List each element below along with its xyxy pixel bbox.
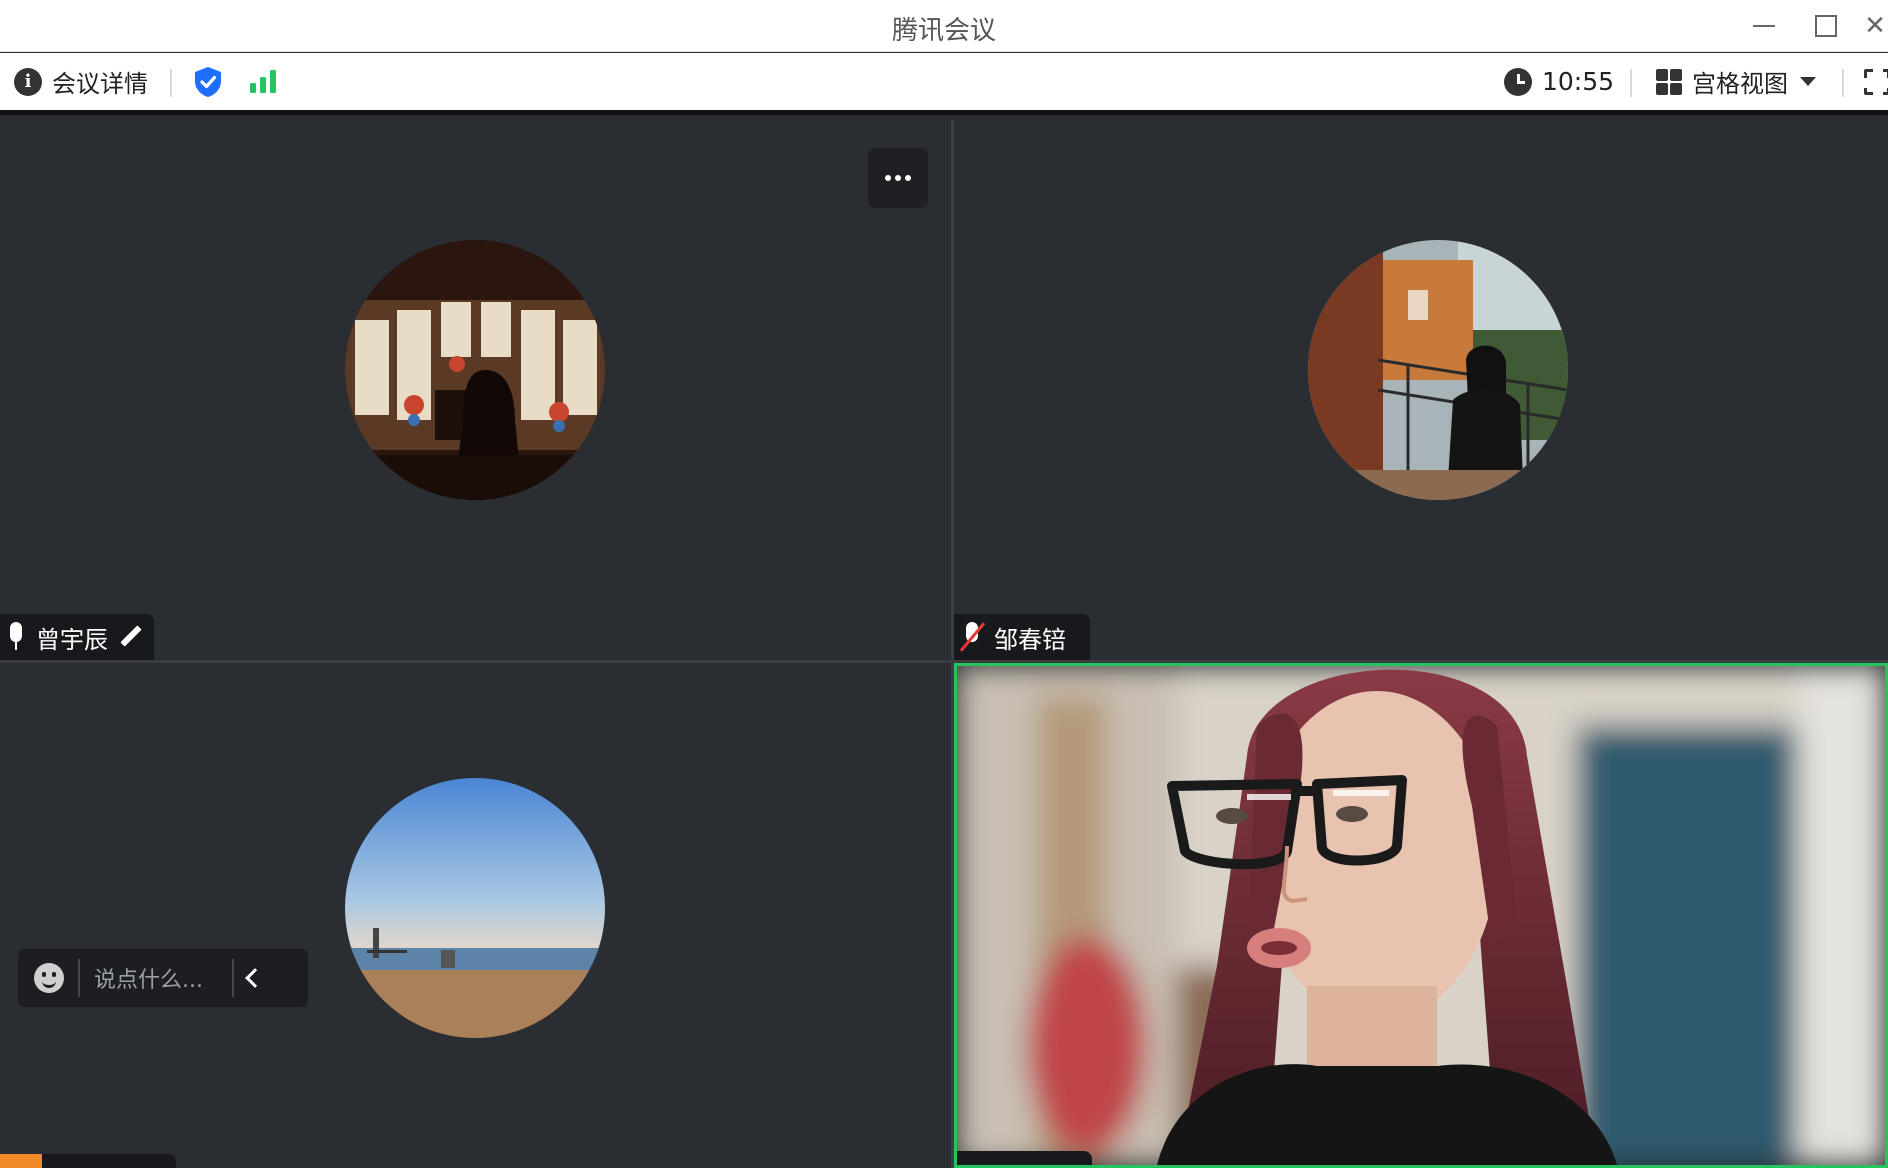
network-status-button[interactable] bbox=[248, 53, 278, 110]
video-tile-participant-1[interactable]: 曾宇辰 bbox=[0, 120, 951, 660]
chat-divider bbox=[232, 959, 234, 997]
participant-name-tag bbox=[0, 1154, 176, 1168]
maximize-button[interactable] bbox=[1806, 8, 1846, 44]
window-title: 腾讯会议 bbox=[891, 16, 996, 46]
info-icon: i bbox=[14, 67, 42, 96]
tile-divider bbox=[0, 660, 1888, 663]
grid-view-icon bbox=[1656, 68, 1682, 95]
toolbar-divider bbox=[1842, 69, 1844, 97]
signal-icon bbox=[250, 69, 276, 93]
participant-name: 邹春锫 bbox=[994, 625, 1066, 654]
more-icon bbox=[885, 175, 891, 181]
pen-icon[interactable] bbox=[120, 626, 142, 648]
meeting-timer: 10:55 bbox=[1504, 53, 1614, 110]
avatar bbox=[345, 778, 605, 1038]
more-options-button[interactable] bbox=[868, 148, 928, 208]
participant-name: 曾宇辰 bbox=[36, 625, 108, 654]
chevron-left-icon[interactable] bbox=[245, 968, 265, 988]
meeting-details-label: 会议详情 bbox=[52, 70, 148, 98]
chat-divider bbox=[78, 959, 80, 997]
participant-name-tag: 曾宇辰 bbox=[0, 614, 154, 660]
status-badge bbox=[0, 1154, 42, 1168]
participant-name-tag: 邹春锫 bbox=[954, 614, 1090, 660]
mic-muted-icon bbox=[960, 622, 984, 652]
avatar bbox=[1308, 240, 1568, 500]
close-button[interactable]: ✕ bbox=[1862, 8, 1888, 44]
minimize-button[interactable] bbox=[1744, 8, 1784, 44]
meeting-toolbar: i 会议详情 10:55 宫格视图 bbox=[0, 53, 1888, 115]
video-tile-active-speaker[interactable] bbox=[954, 663, 1888, 1168]
security-button[interactable] bbox=[194, 53, 222, 110]
clock-icon bbox=[1504, 67, 1532, 96]
chat-input-box[interactable]: 说点什么... bbox=[18, 949, 308, 1007]
shield-icon bbox=[195, 66, 221, 97]
chat-input[interactable]: 说点什么... bbox=[94, 962, 232, 994]
video-tile-participant-2[interactable]: 邹春锫 bbox=[954, 120, 1888, 660]
chevron-down-icon bbox=[1800, 77, 1816, 86]
meeting-time: 10:55 bbox=[1542, 67, 1615, 96]
participant-name-tag bbox=[957, 1151, 1092, 1165]
fullscreen-button[interactable] bbox=[1863, 53, 1888, 110]
view-mode-dropdown[interactable]: 宫格视图 bbox=[1656, 53, 1816, 110]
tile-divider bbox=[951, 120, 954, 1168]
mic-icon bbox=[6, 622, 26, 652]
avatar bbox=[345, 240, 605, 500]
title-bar: 腾讯会议 ✕ bbox=[0, 0, 1888, 52]
toolbar-divider bbox=[1630, 69, 1632, 97]
meeting-details-button[interactable]: i 会议详情 bbox=[14, 53, 148, 110]
video-tile-participant-3[interactable]: 说点什么... bbox=[0, 663, 951, 1168]
view-mode-label: 宫格视图 bbox=[1692, 70, 1788, 98]
emoji-icon[interactable] bbox=[34, 963, 64, 993]
participant-video bbox=[957, 666, 1885, 1165]
fullscreen-icon bbox=[1863, 67, 1888, 96]
toolbar-divider bbox=[170, 69, 172, 97]
